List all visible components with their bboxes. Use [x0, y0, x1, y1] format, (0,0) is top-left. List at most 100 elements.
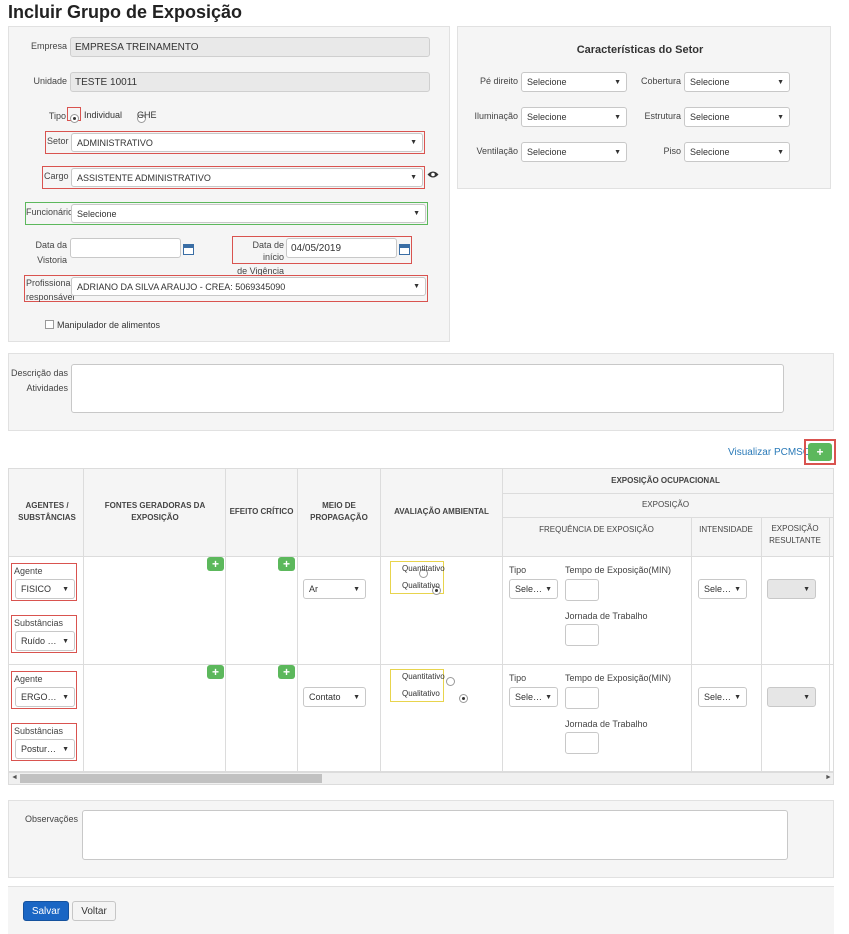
observacoes-textarea[interactable] — [82, 810, 788, 860]
cargo-label: Cargo — [44, 171, 69, 181]
add-exposicao-button[interactable]: + — [808, 443, 832, 461]
header-exposicao-ocupacional: EXPOSIÇÃO OCUPACIONAL — [611, 476, 720, 485]
scrollbar-thumb[interactable] — [20, 774, 322, 783]
plus-icon: + — [211, 557, 219, 571]
row1-add-efeito-button[interactable]: + — [278, 557, 295, 571]
eye-icon[interactable] — [427, 170, 439, 179]
funcionario-label: Funcionário — [26, 207, 74, 217]
row1-jornada-label: Jornada de Trabalho — [565, 611, 648, 621]
plus-icon: + — [282, 665, 290, 679]
chevron-down-icon: ▼ — [545, 585, 552, 593]
row1-substancias-select[interactable]: Ruído co...▼ — [15, 631, 75, 651]
header-fontes: FONTES GERADORAS DA EXPOSIÇÃO — [104, 501, 206, 522]
row2-quantitativo-radio[interactable] — [445, 677, 455, 686]
tipo-individual-radio[interactable] — [70, 114, 79, 123]
row1-meio-select[interactable]: Ar ▼ — [303, 579, 366, 599]
row2-meio-select[interactable]: Contato ▼ — [303, 687, 366, 707]
pe-direito-label: Pé direito — [479, 76, 518, 86]
grid-line — [297, 469, 298, 772]
estrutura-select[interactable]: Selecione ▼ — [684, 107, 790, 127]
tipo-ghe-label: GHE — [137, 110, 157, 120]
row1-resultante-select[interactable]: ▼ — [767, 579, 816, 599]
row1-tipo-select[interactable]: Selecior▼ — [509, 579, 558, 599]
cargo-select[interactable]: ASSISTENTE ADMINISTRATIVO ▼ — [71, 168, 423, 187]
cobertura-select[interactable]: Selecione ▼ — [684, 72, 790, 92]
row1-qualitativo-label: Qualitativo — [402, 581, 440, 590]
row1-substancias-label: Substâncias — [14, 618, 64, 628]
chevron-down-icon: ▼ — [734, 585, 741, 593]
row2-agente-select[interactable]: ERGONÔM▼ — [15, 687, 75, 707]
back-button[interactable]: Voltar — [72, 901, 116, 921]
row2-add-efeito-button[interactable]: + — [278, 665, 295, 679]
header-resultante: EXPOSIÇÃO RESULTANTE — [769, 524, 821, 545]
row2-tempo-input[interactable] — [565, 687, 599, 709]
row2-add-fonte-button[interactable]: + — [207, 665, 224, 679]
header-efeito: EFEITO CRÍTICO — [229, 507, 294, 516]
piso-select[interactable]: Selecione ▼ — [684, 142, 790, 162]
plus-icon: + — [211, 665, 219, 679]
row2-substancias-select[interactable]: Postura s...▼ — [15, 739, 75, 759]
caracteristicas-title: Características do Setor — [576, 44, 704, 56]
calendar-icon[interactable] — [399, 244, 410, 255]
manipulador-checkbox[interactable] — [45, 320, 54, 329]
profissional-select[interactable]: ADRIANO DA SILVA ARAUJO - CREA: 50693450… — [71, 277, 426, 296]
chevron-down-icon: ▼ — [734, 693, 741, 701]
chevron-down-icon: ▼ — [410, 139, 417, 146]
chevron-down-icon: ▼ — [614, 148, 621, 156]
header-exposicao: EXPOSIÇÃO — [641, 500, 690, 509]
funcionario-select[interactable]: Selecione ▼ — [71, 204, 426, 223]
row1-agente-label: Agente — [14, 566, 43, 576]
pe-direito-select[interactable]: Selecione ▼ — [521, 72, 627, 92]
chevron-down-icon: ▼ — [614, 113, 621, 121]
row2-quantitativo-label: Quantitativo — [402, 672, 445, 681]
row2-intensidade-select[interactable]: Selecior▼ — [698, 687, 747, 707]
row1-add-fonte-button[interactable]: + — [207, 557, 224, 571]
data-inicio-label: Data de início de Vigência — [237, 240, 284, 276]
calendar-icon[interactable] — [183, 244, 194, 255]
plus-icon: + — [816, 445, 824, 459]
chevron-down-icon: ▼ — [410, 174, 417, 181]
row2-resultante-select[interactable]: ▼ — [767, 687, 816, 707]
row1-agente-select[interactable]: FISICO ▼ — [15, 579, 75, 599]
row1-intensidade-select[interactable]: Selecior▼ — [698, 579, 747, 599]
data-vistoria-input[interactable] — [70, 238, 181, 258]
header-intensidade: INTENSIDADE — [699, 525, 753, 534]
footer-bar — [8, 886, 834, 934]
chevron-down-icon: ▼ — [353, 585, 360, 593]
save-button[interactable]: Salvar — [23, 901, 69, 921]
row1-jornada-input[interactable] — [565, 624, 599, 646]
iluminacao-select[interactable]: Selecione ▼ — [521, 107, 627, 127]
unidade-label: Unidade — [33, 76, 67, 86]
grid-line — [83, 469, 84, 772]
plus-icon: + — [282, 557, 290, 571]
empresa-field: EMPRESA TREINAMENTO — [70, 37, 430, 57]
chevron-down-icon: ▼ — [545, 693, 552, 701]
cobertura-label: Cobertura — [640, 76, 681, 86]
row2-jornada-input[interactable] — [565, 732, 599, 754]
row2-qualitativo-label: Qualitativo — [402, 689, 440, 698]
ventilacao-select[interactable]: Selecione ▼ — [521, 142, 627, 162]
scroll-left-icon[interactable]: ◄ — [11, 774, 18, 781]
tipo-label: Tipo — [48, 111, 66, 121]
grid-line — [9, 664, 833, 665]
chevron-down-icon: ▼ — [413, 210, 420, 217]
row1-quantitativo-label: Quantitativo — [402, 564, 445, 573]
row2-agente-label: Agente — [14, 674, 43, 684]
empresa-value: EMPRESA TREINAMENTO — [75, 41, 199, 53]
page-title: Incluir Grupo de Exposição — [8, 2, 243, 22]
visualizar-pcmso-link[interactable]: Visualizar PCMSO — [728, 447, 811, 458]
manipulador-label: Manipulador de alimentos — [57, 320, 161, 330]
grid-line — [502, 517, 833, 518]
setor-select[interactable]: ADMINISTRATIVO ▼ — [71, 133, 423, 152]
row2-tipo-select[interactable]: Selecior▼ — [509, 687, 558, 707]
descricao-textarea[interactable] — [71, 364, 784, 413]
header-agentes: AGENTES / SUBSTÂNCIAS — [18, 501, 76, 522]
data-inicio-input[interactable]: 04/05/2019 — [286, 238, 397, 258]
chevron-down-icon: ▼ — [614, 78, 621, 86]
ventilacao-label: Ventilação — [476, 146, 518, 156]
scroll-right-icon[interactable]: ► — [825, 774, 832, 781]
row1-tipo-label: Tipo — [509, 565, 527, 575]
chevron-down-icon: ▼ — [62, 693, 69, 701]
row1-tempo-input[interactable] — [565, 579, 599, 601]
profissional-label: Profissional responsável — [26, 278, 75, 302]
